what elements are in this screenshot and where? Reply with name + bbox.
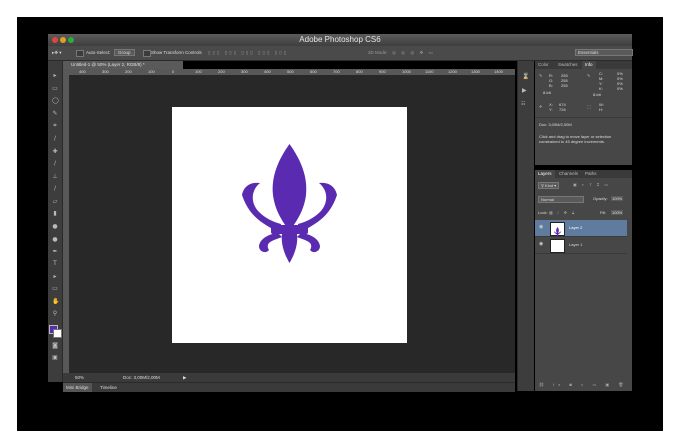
layer-row-layer-2[interactable]: ◉ Layer 2 <box>535 220 627 237</box>
dodge-tool-icon[interactable]: ● <box>52 237 58 243</box>
auto-select-label: Auto-Select: <box>86 50 111 55</box>
info-b-label: B: <box>549 83 553 88</box>
move-tool-icon[interactable]: ▸✥ ▾ <box>52 50 62 56</box>
quick-select-tool-icon[interactable]: ✎ <box>52 111 58 117</box>
tab-color[interactable]: Color <box>535 61 552 69</box>
crop-tool-icon[interactable]: ⌗ <box>52 123 58 129</box>
auto-select-dropdown[interactable]: Group <box>114 49 135 56</box>
tab-info[interactable]: Info <box>582 61 596 69</box>
collapsed-panel-dock: ⌛ ▶ ☷ <box>517 61 534 391</box>
workspace-switcher[interactable]: Essentials <box>575 49 633 56</box>
tab-swatches[interactable]: Swatches <box>555 61 581 69</box>
visibility-eye-icon[interactable]: ◉ <box>539 242 545 247</box>
properties-icon[interactable]: ☷ <box>521 101 525 107</box>
opacity-input[interactable]: 100% <box>611 196 624 201</box>
kind-label: Kind <box>545 183 554 188</box>
layer-filter-icons[interactable]: ▣ ◐ T ⌗ ▭ <box>573 182 610 187</box>
dimension-icon: ⬚ <box>587 104 591 109</box>
move-tool-icon[interactable]: ▸ <box>52 73 58 79</box>
background-color-swatch[interactable] <box>53 329 62 338</box>
info-b-value: 255 <box>561 83 568 88</box>
fill-input[interactable]: 100% <box>611 210 624 215</box>
gradient-tool-icon[interactable]: ▮ <box>52 211 58 217</box>
lasso-tool-icon[interactable]: ◯ <box>52 98 59 104</box>
document-canvas[interactable] <box>172 107 407 343</box>
actions-icon[interactable]: ▶ <box>522 87 527 94</box>
blur-tool-icon[interactable]: ● <box>52 224 58 230</box>
screen-mode-icon[interactable]: ▣ <box>52 355 58 361</box>
status-menu-arrow-icon[interactable]: ▶ <box>183 373 186 382</box>
zoom-level[interactable]: 50% <box>75 373 84 382</box>
app-title: Adobe Photoshop CS6 <box>299 35 381 44</box>
tab-channels[interactable]: Channels <box>556 170 581 178</box>
healing-tool-icon[interactable]: ✚ <box>52 149 58 155</box>
shape-tool-icon[interactable]: ▭ <box>52 286 58 292</box>
layers-panel-footer-icons[interactable]: ⛓ fx ◙ ◐ ▭ ▣ 🗑︎ <box>539 382 627 387</box>
layer-thumbnail <box>550 239 565 253</box>
info-bit-left: 8-bit <box>543 90 551 95</box>
layer-thumbnail <box>550 222 565 237</box>
marquee-tool-icon[interactable]: ▭ <box>52 86 58 92</box>
tab-mini-bridge[interactable]: Mini Bridge <box>63 383 92 392</box>
type-tool-icon[interactable]: T <box>52 261 58 267</box>
brush-tool-icon[interactable]: ∕ <box>52 161 58 167</box>
3d-mode-label: 3D Mode: <box>368 50 388 55</box>
info-y-coord-label: Y: <box>549 107 553 112</box>
info-doc-size: Doc: 3,00M/2,00M <box>539 122 572 127</box>
pen-tool-icon[interactable]: ✒ <box>52 249 58 255</box>
eraser-tool-icon[interactable]: ▱ <box>52 199 58 205</box>
document-tab[interactable]: Untitled-1 @ 50% (Layer 2, RGB/8) * <box>63 61 183 69</box>
path-select-tool-icon[interactable]: ▸ <box>52 274 58 280</box>
info-y-coord-value: 726 <box>559 107 566 112</box>
3d-mode-icons[interactable]: ◎ ◎ ◎ ✥ ▭ <box>392 50 435 56</box>
info-panel-tabs: Color Swatches Info <box>535 61 632 69</box>
layer-row-layer-1[interactable]: ◉ Layer 1 <box>535 237 627 254</box>
tab-paths[interactable]: Paths <box>582 170 600 178</box>
fill-label: Fill: <box>600 210 607 215</box>
layer-name[interactable]: Layer 1 <box>569 242 582 247</box>
layers-panel: Layers Channels Paths ⚲ Kind ▾ ▣ ◐ T ⌗ ▭… <box>535 170 632 391</box>
tab-layers[interactable]: Layers <box>535 170 555 178</box>
info-panel: Color Swatches Info ✎ R: 255 G: 255 B: 2… <box>535 61 632 165</box>
history-brush-icon[interactable]: ∕ <box>52 186 58 192</box>
visibility-eye-icon[interactable]: ◉ <box>539 225 545 230</box>
info-hint-text: Click and drag to move layer or selectio… <box>539 134 612 144</box>
doc-size[interactable]: Doc: 3,00M/2,00M <box>123 373 160 382</box>
layers-panel-tabs: Layers Channels Paths <box>535 170 632 178</box>
status-bar: 50% Doc: 3,00M/2,00M ▶ <box>63 373 515 382</box>
info-bit-right: 8-bit <box>593 92 601 97</box>
lock-label: Lock: <box>538 210 548 215</box>
eyedropper-icon: ✎ <box>539 73 543 78</box>
quick-mask-icon[interactable]: ◙ <box>52 343 58 349</box>
transform-controls-label: Show Transform Controls <box>151 50 202 55</box>
blend-mode-dropdown[interactable]: Normal <box>538 196 584 203</box>
crosshair-icon: ✛ <box>539 104 543 109</box>
info-k-label: K: <box>599 86 603 91</box>
transform-controls-checkbox[interactable] <box>143 50 151 57</box>
bottom-panel-tabs: Mini Bridge Timeline <box>63 382 515 392</box>
align-buttons[interactable]: ▯▯▯ ▯▯▯ ▯▯▯ ▯▯▯ ▯▯▯ <box>208 50 288 56</box>
zoom-tool-icon[interactable]: ⚲ <box>52 311 58 317</box>
info-h-label: H: <box>599 107 603 112</box>
history-icon[interactable]: ⌛ <box>522 73 529 80</box>
options-bar: ▸✥ ▾ Auto-Select: Group Show Transform C… <box>48 46 633 61</box>
stamp-tool-icon[interactable]: ⊥ <box>52 174 58 180</box>
lock-icons[interactable]: ▦ ∕ ✥ 🔒︎ <box>549 210 576 215</box>
auto-select-checkbox[interactable] <box>76 50 84 57</box>
opacity-label: Opacity: <box>593 196 608 201</box>
hand-tool-icon[interactable]: ✋ <box>52 299 59 305</box>
tab-timeline[interactable]: Timeline <box>97 383 120 392</box>
info-k-value: 0% <box>617 86 623 91</box>
eyedropper-tool-icon[interactable]: ∕ <box>52 136 58 142</box>
divider <box>535 117 632 118</box>
layer-filter-kind-dropdown[interactable]: ⚲ Kind ▾ <box>538 182 560 189</box>
tools-panel: ▸ ▭ ◯ ✎ ⌗ ∕ ✚ ∕ ⊥ ∕ ▱ ▮ ● ● ✒ T ▸ ▭ ✋ ⚲ … <box>48 61 63 382</box>
fleur-de-lis-artwork[interactable] <box>172 107 407 343</box>
layer-name[interactable]: Layer 2 <box>569 225 582 230</box>
eyedropper-icon: ✎ <box>587 73 591 78</box>
